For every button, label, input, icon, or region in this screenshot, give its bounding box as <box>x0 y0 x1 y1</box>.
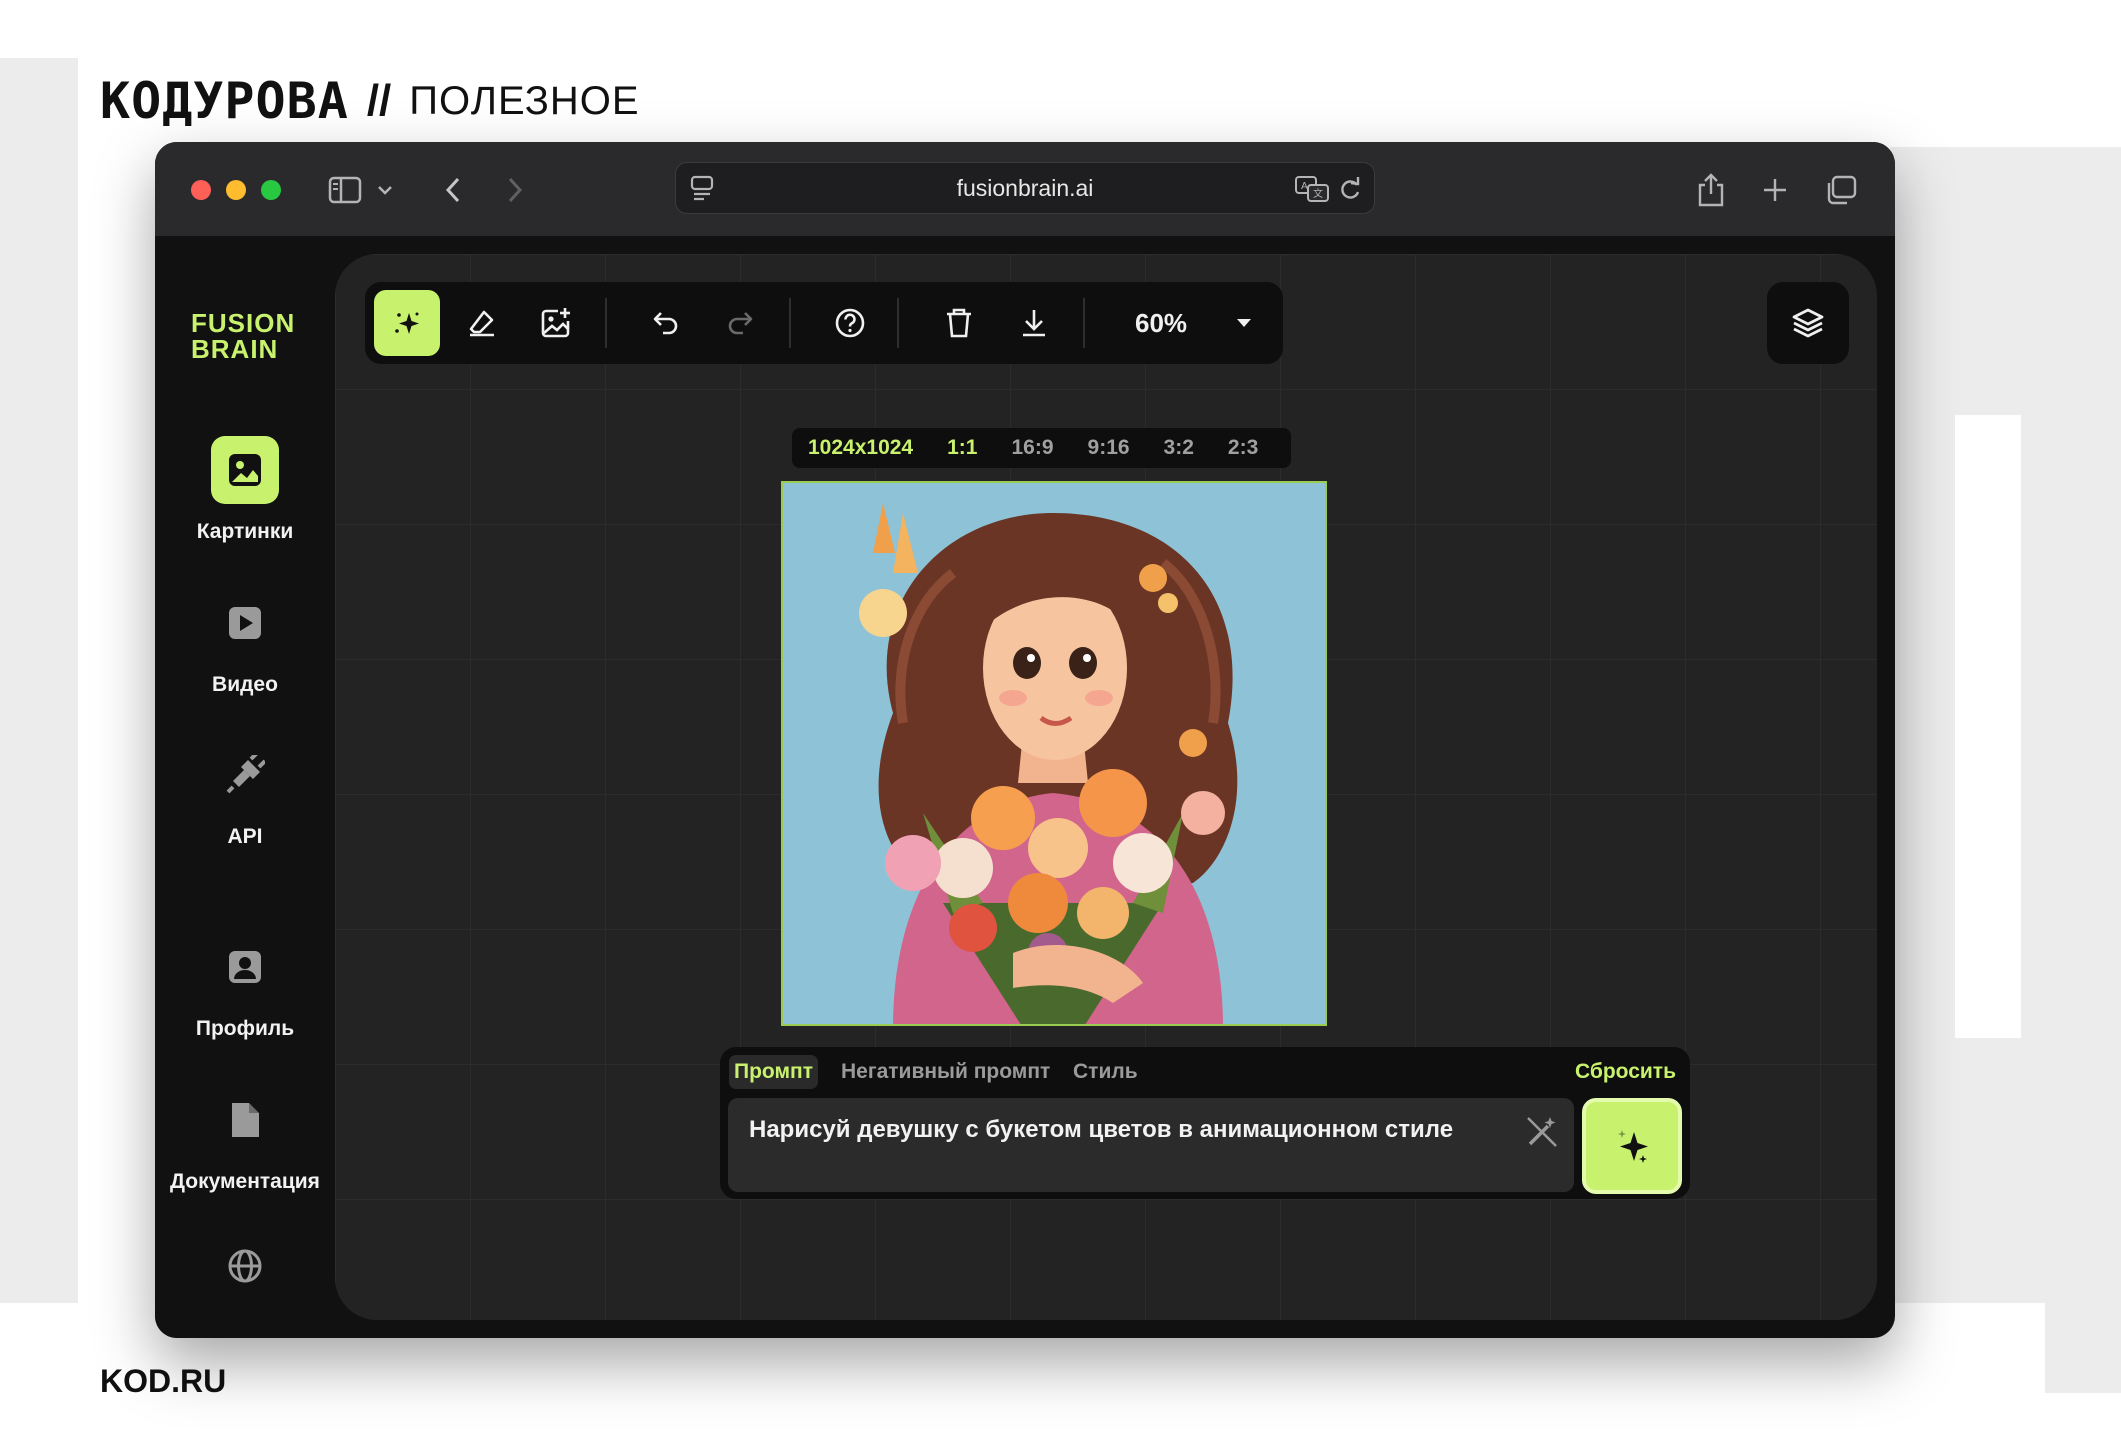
new-tab-icon[interactable] <box>1753 168 1797 212</box>
plug-icon <box>211 741 279 809</box>
magic-generate-icon[interactable] <box>374 290 440 356</box>
trash-icon[interactable] <box>926 290 992 356</box>
forward-icon[interactable] <box>493 168 537 212</box>
editor-toolbar: 60% <box>365 282 1283 364</box>
ratio-3-2[interactable]: 3:2 <box>1147 436 1211 460</box>
nav-label-video: Видео <box>212 673 278 696</box>
close-window-button[interactable] <box>191 180 211 200</box>
magic-wand-icon[interactable] <box>1524 1114 1560 1150</box>
redo-icon[interactable] <box>707 290 773 356</box>
brand-separator: // <box>366 76 392 125</box>
ratio-16-9[interactable]: 16:9 <box>994 436 1070 460</box>
ratio-2-3[interactable]: 2:3 <box>1211 436 1275 460</box>
background-slab-left <box>0 58 78 1303</box>
back-icon[interactable] <box>431 168 475 212</box>
language-button[interactable] <box>155 1246 335 1286</box>
play-icon <box>211 589 279 657</box>
minimize-window-button[interactable] <box>226 180 246 200</box>
brand-logo: КОДУРОВА <box>100 72 349 130</box>
article-header: КОДУРОВА // ПОЛЕЗНОЕ <box>100 72 640 130</box>
svg-text:A: A <box>1301 181 1308 192</box>
tab-style[interactable]: Стиль <box>1068 1055 1143 1089</box>
reset-button[interactable]: Сбросить <box>1575 1055 1676 1089</box>
translate-icon[interactable]: A文 <box>1294 175 1330 207</box>
nav-label-profile: Профиль <box>195 1017 295 1040</box>
editor-canvas[interactable]: 60% 1024x1024 1:1 16:9 9:16 3:2 2:3 Пром… <box>335 254 1877 1320</box>
nav-item-video[interactable]: Видео <box>155 589 335 697</box>
globe-icon <box>211 1246 279 1286</box>
nav-label-images: Картинки <box>196 520 294 543</box>
url-text[interactable]: fusionbrain.ai <box>676 175 1374 202</box>
tab-prompt[interactable]: Промпт <box>729 1055 818 1089</box>
ratio-1-1[interactable]: 1:1 <box>930 436 994 460</box>
help-icon[interactable] <box>817 290 883 356</box>
nav-label-api: API <box>227 825 263 848</box>
sidebar-toggle-icon[interactable] <box>323 168 367 212</box>
eraser-icon[interactable] <box>449 290 515 356</box>
fusion-brain-logo[interactable]: FUSION BRAIN <box>191 310 295 362</box>
document-icon <box>211 1086 279 1154</box>
browser-titlebar: fusionbrain.ai A文 <box>155 142 1895 236</box>
sparkle-icon <box>1618 1130 1648 1163</box>
generated-image[interactable] <box>781 481 1327 1026</box>
nav-label-docs: Документация <box>170 1170 320 1193</box>
chevron-down-icon[interactable] <box>371 168 399 212</box>
brand-section: ПОЛЕЗНОЕ <box>409 78 640 123</box>
brand-footer: KOD.RU <box>100 1363 227 1399</box>
profile-icon <box>211 933 279 1001</box>
tab-negative-prompt[interactable]: Негативный промпт <box>836 1055 1055 1089</box>
image-size-label: 1024x1024 <box>808 436 914 459</box>
download-icon[interactable] <box>1001 290 1067 356</box>
undo-icon[interactable] <box>633 290 699 356</box>
add-image-icon[interactable] <box>523 290 589 356</box>
nav-item-images[interactable]: Картинки <box>155 436 335 544</box>
zoom-level[interactable]: 60% <box>1135 282 1187 364</box>
layers-icon[interactable] <box>1767 282 1849 364</box>
ratio-9-16[interactable]: 9:16 <box>1071 436 1147 460</box>
nav-item-profile[interactable]: Профиль <box>155 933 335 1041</box>
nav-item-docs[interactable]: Документация <box>155 1086 335 1194</box>
svg-text:文: 文 <box>1313 187 1323 200</box>
prompt-panel: Промпт Негативный промпт Стиль Сбросить … <box>720 1047 1690 1199</box>
nav-item-api[interactable]: API <box>155 741 335 849</box>
reload-icon[interactable] <box>1338 176 1362 206</box>
zoom-window-button[interactable] <box>261 180 281 200</box>
tabs-overview-icon[interactable] <box>1819 168 1863 212</box>
browser-window: fusionbrain.ai A文 FUSION BRAIN Картинки … <box>155 142 1895 1338</box>
background-slab-corner <box>2045 1303 2121 1393</box>
generate-button[interactable] <box>1582 1098 1682 1194</box>
prompt-text[interactable]: Нарисуй девушку с букетом цветов в анима… <box>749 1116 1453 1144</box>
app-sidebar: FUSION BRAIN Картинки Видео API Профиль … <box>155 236 335 1338</box>
address-bar[interactable]: fusionbrain.ai A文 <box>675 162 1375 214</box>
background-strip <box>1955 415 2021 1038</box>
prompt-input[interactable]: Нарисуй девушку с букетом цветов в анима… <box>728 1098 1574 1192</box>
aspect-ratio-bar: 1024x1024 1:1 16:9 9:16 3:2 2:3 <box>792 428 1292 468</box>
image-icon <box>211 436 279 504</box>
share-icon[interactable] <box>1689 168 1733 212</box>
zoom-dropdown-icon[interactable] <box>1211 290 1277 356</box>
